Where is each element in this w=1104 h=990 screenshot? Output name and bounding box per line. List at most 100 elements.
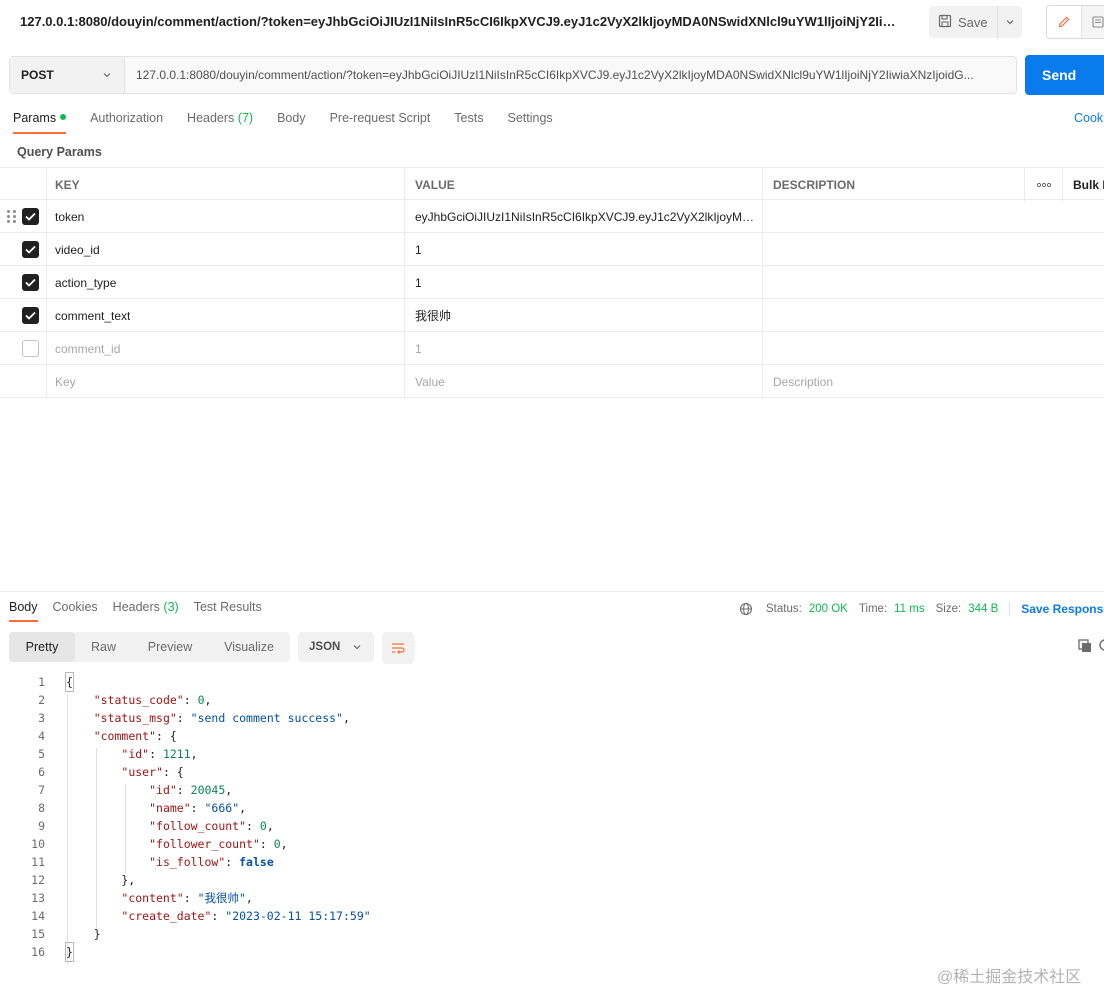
row-checkbox[interactable] <box>22 241 39 258</box>
status-separator <box>1009 602 1011 616</box>
tab-response-headers[interactable]: Headers (3) <box>113 594 179 622</box>
param-description[interactable] <box>762 299 1024 332</box>
view-preview[interactable]: Preview <box>132 632 208 662</box>
tab-params[interactable]: Params <box>13 104 67 134</box>
cookies-link[interactable]: Cook <box>1074 111 1103 125</box>
new-key-input[interactable]: Key <box>55 375 76 389</box>
line-number: 1 <box>38 675 45 689</box>
headers-count: (7) <box>237 111 254 125</box>
method-select[interactable]: POST <box>10 57 125 93</box>
code-text: "id": 1211, <box>121 747 198 761</box>
format-select[interactable]: JSON <box>298 632 374 662</box>
param-description[interactable] <box>762 233 1024 266</box>
response-view-switcher: Pretty Raw Preview Visualize <box>9 632 290 662</box>
globe-icon[interactable] <box>739 602 753 616</box>
code-text: "follow_count": 0, <box>149 819 274 833</box>
code-line: 10 "follower_count": 0, <box>0 835 1104 853</box>
response-headers-count: (3) <box>163 600 179 614</box>
query-params-table: KEY VALUE DESCRIPTION Bulk E token eyJhb… <box>0 167 1104 398</box>
tab-params-label: Params <box>13 111 57 125</box>
bulk-edit-button[interactable]: Bulk E <box>1062 168 1104 201</box>
param-value[interactable]: 1 <box>415 276 422 290</box>
method-label: POST <box>21 68 54 82</box>
param-key[interactable]: action_type <box>55 276 116 290</box>
table-row: token eyJhbGciOiJIUzI1NiIsInR5cCI6IkpXVC… <box>0 200 1104 233</box>
column-header-key: KEY <box>46 168 404 201</box>
edit-mode-button[interactable] <box>1047 6 1082 38</box>
column-header-description: DESCRIPTION <box>762 168 1024 201</box>
line-number: 4 <box>38 729 45 743</box>
documentation-button[interactable] <box>1081 6 1104 38</box>
view-raw[interactable]: Raw <box>75 632 132 662</box>
pane-divider[interactable] <box>0 591 1104 592</box>
format-label: JSON <box>309 641 341 653</box>
response-body-code[interactable]: 1{ 2 "status_code": 0, 3 "status_msg": "… <box>0 672 1104 964</box>
save-button[interactable]: Save <box>929 6 998 38</box>
document-icon <box>1092 16 1104 28</box>
code-text: "create_date": "2023-02-11 15:17:59" <box>121 909 371 923</box>
param-description[interactable] <box>762 332 1024 365</box>
tab-headers[interactable]: Headers (7) <box>187 104 253 134</box>
line-number: 13 <box>31 891 45 905</box>
line-number: 5 <box>38 747 45 761</box>
code-line: 12 }, <box>0 871 1104 889</box>
request-name[interactable]: 127.0.0.1:8080/douyin/comment/action/?to… <box>20 14 900 29</box>
drag-handle[interactable] <box>4 200 18 233</box>
status-value[interactable]: 200 OK <box>809 603 848 615</box>
row-checkbox[interactable] <box>22 307 39 324</box>
param-value[interactable]: 1 <box>415 342 422 356</box>
size-value[interactable]: 344 B <box>968 603 998 615</box>
tab-settings[interactable]: Settings <box>507 104 552 134</box>
new-value-input[interactable]: Value <box>415 375 445 389</box>
copy-icon[interactable] <box>1077 638 1093 657</box>
wrap-lines-button[interactable] <box>382 632 414 664</box>
param-value[interactable]: 我很帅 <box>415 307 451 324</box>
code-text: "is_follow": false <box>149 855 274 869</box>
row-checkbox[interactable] <box>22 208 39 225</box>
code-line: 11 "is_follow": false <box>0 853 1104 871</box>
tab-authorization[interactable]: Authorization <box>90 104 163 134</box>
save-options-button[interactable] <box>998 6 1022 38</box>
view-visualize[interactable]: Visualize <box>208 632 290 662</box>
table-row: comment_text 我很帅 <box>0 299 1104 332</box>
param-value[interactable]: 1 <box>415 243 422 257</box>
line-number: 2 <box>38 693 45 707</box>
new-description-input[interactable]: Description <box>773 375 833 389</box>
view-mode-toggle <box>1046 5 1104 39</box>
param-key[interactable]: comment_text <box>55 309 130 323</box>
param-value[interactable]: eyJhbGciOiJIUzI1NiIsInR5cCI6IkpXVCJ9.eyJ… <box>415 210 762 224</box>
pencil-icon <box>1058 16 1070 28</box>
code-line: 13 "content": "我很帅", <box>0 889 1104 907</box>
response-status-bar: Status: 200 OK Time: 11 ms Size: 344 B S… <box>739 601 1104 617</box>
save-response-button[interactable]: Save Response <box>1021 602 1104 616</box>
param-description[interactable] <box>762 200 1024 233</box>
tab-tests[interactable]: Tests <box>454 104 483 134</box>
tab-headers-label: Headers <box>187 111 235 125</box>
url-bar: POST 127.0.0.1:8080/douyin/comment/actio… <box>9 56 1017 94</box>
params-active-dot <box>60 114 67 120</box>
tab-response-body[interactable]: Body <box>9 594 38 622</box>
send-button[interactable]: Send <box>1025 55 1104 95</box>
param-key[interactable]: video_id <box>55 243 100 257</box>
param-key[interactable]: comment_id <box>55 342 120 356</box>
view-pretty[interactable]: Pretty <box>9 632 75 662</box>
tab-response-cookies[interactable]: Cookies <box>53 594 98 622</box>
tab-prerequest-script[interactable]: Pre-request Script <box>330 104 431 134</box>
checkmark-icon <box>25 212 36 221</box>
param-key[interactable]: token <box>55 210 84 224</box>
url-input[interactable]: 127.0.0.1:8080/douyin/comment/action/?to… <box>125 57 1016 93</box>
param-description[interactable] <box>762 266 1024 299</box>
table-row: video_id 1 <box>0 233 1104 266</box>
tab-body[interactable]: Body <box>277 104 306 134</box>
tab-test-results[interactable]: Test Results <box>194 594 262 622</box>
code-text: "content": "我很帅", <box>121 891 253 905</box>
line-number: 7 <box>38 783 45 797</box>
line-number: 9 <box>38 819 45 833</box>
line-number: 14 <box>31 909 45 923</box>
row-checkbox[interactable] <box>22 274 39 291</box>
column-options-button[interactable] <box>1024 168 1062 201</box>
time-value[interactable]: 11 ms <box>894 603 924 615</box>
row-checkbox[interactable] <box>22 340 39 357</box>
search-icon[interactable] <box>1098 638 1104 657</box>
code-line: 7 "id": 20045, <box>0 781 1104 799</box>
